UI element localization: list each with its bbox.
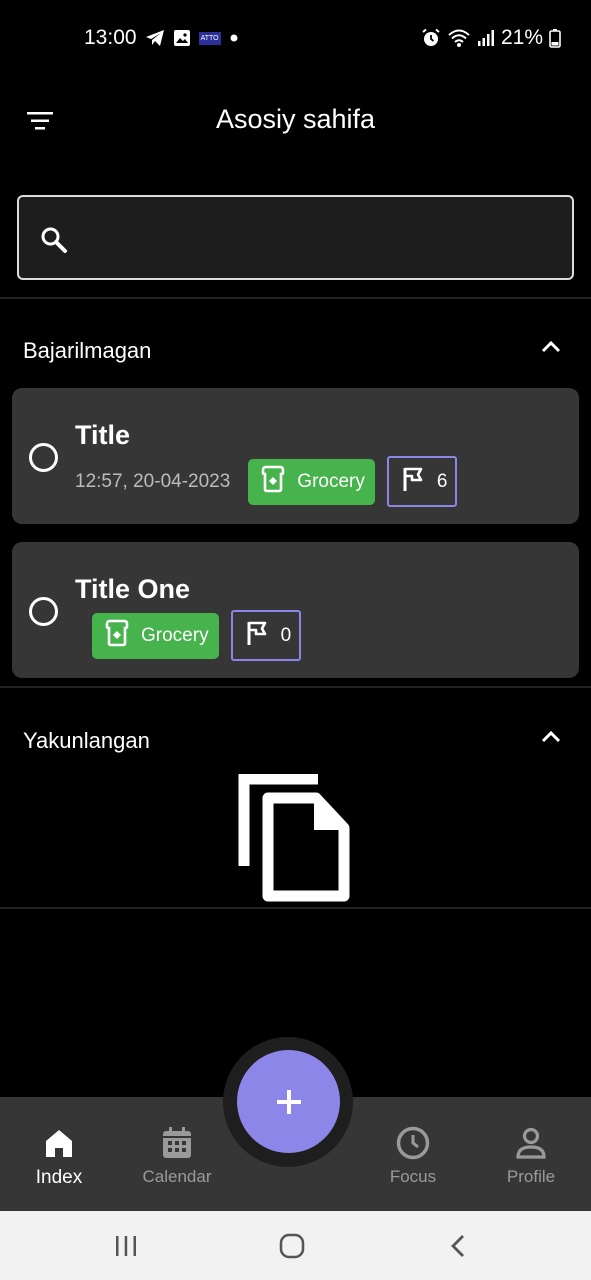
battery-percent: 21% [500, 26, 543, 49]
category-label: Grocery [297, 470, 365, 492]
app-header: Asosiy sahifa [0, 88, 591, 154]
grocery-icon [259, 465, 287, 499]
priority-value: 0 [280, 624, 292, 646]
nav-item-index[interactable]: Index [0, 1097, 118, 1211]
recent-apps-button[interactable] [106, 1231, 146, 1261]
priority-value: 6 [436, 470, 448, 492]
status-time: 13:00 [84, 26, 137, 49]
task-card[interactable]: Title One Grocery 0 [12, 542, 579, 678]
chevron-up-icon[interactable] [541, 730, 561, 749]
flag-icon [245, 620, 269, 652]
priority-chip[interactable]: 0 [230, 610, 302, 661]
status-bar: 13:00 ATTO 21% [0, 0, 591, 78]
wifi-icon [447, 28, 471, 48]
task-title: Title One [75, 574, 191, 604]
flag-icon [401, 466, 425, 498]
task-complete-radio[interactable] [29, 443, 58, 472]
user-icon [515, 1125, 547, 1161]
divider [0, 686, 591, 688]
search-icon [39, 225, 69, 260]
task-meta: Grocery 0 [92, 610, 302, 661]
empty-documents-icon [236, 773, 350, 909]
calendar-icon [161, 1125, 193, 1161]
telegram-icon [145, 29, 165, 47]
divider [0, 907, 591, 909]
nav-label: Profile [506, 1167, 556, 1186]
task-card[interactable]: Title 12:57, 20-04-2023 Grocery 6 [12, 388, 579, 524]
category-chip[interactable]: Grocery [92, 612, 219, 659]
atto-icon: ATTO [198, 31, 221, 45]
grocery-icon [103, 619, 131, 653]
search-box[interactable] [17, 195, 574, 280]
nav-label: Index [35, 1167, 83, 1188]
section-label: Yakunlangan [23, 728, 150, 753]
section-label: Bajarilmagan [23, 338, 152, 363]
back-button[interactable] [438, 1231, 478, 1261]
chevron-up-icon[interactable] [541, 340, 561, 359]
nav-label: Focus [389, 1167, 437, 1186]
home-button[interactable] [272, 1231, 312, 1261]
divider [0, 297, 591, 299]
dot-icon [229, 33, 239, 43]
nav-item-calendar[interactable]: Calendar [118, 1097, 236, 1211]
alarm-icon [421, 28, 441, 48]
section-header-incomplete[interactable]: Bajarilmagan [0, 320, 591, 380]
add-task-button[interactable] [237, 1050, 340, 1153]
category-label: Grocery [141, 624, 209, 646]
recent-apps-icon [116, 1236, 136, 1256]
category-chip[interactable]: Grocery [248, 458, 375, 505]
back-icon [451, 1235, 464, 1257]
task-meta: 12:57, 20-04-2023 Grocery 6 [75, 456, 458, 507]
home-circle-icon [279, 1233, 305, 1259]
task-datetime: 12:57, 20-04-2023 [75, 470, 231, 492]
section-header-completed[interactable]: Yakunlangan [0, 710, 591, 770]
plus-icon [276, 1089, 301, 1114]
home-icon [43, 1125, 75, 1161]
task-title: Title [75, 420, 131, 450]
signal-icon [477, 29, 495, 47]
task-complete-radio[interactable] [29, 597, 58, 626]
search-input[interactable] [89, 197, 559, 278]
page-title: Asosiy sahifa [215, 104, 376, 134]
nav-item-profile[interactable]: Profile [472, 1097, 590, 1211]
image-icon [173, 29, 191, 47]
battery-icon [549, 28, 561, 48]
nav-item-focus[interactable]: Focus [354, 1097, 472, 1211]
nav-label: Calendar [142, 1167, 212, 1186]
clock-icon [396, 1125, 430, 1161]
system-navigation-bar [0, 1211, 591, 1280]
priority-chip[interactable]: 6 [386, 456, 458, 507]
